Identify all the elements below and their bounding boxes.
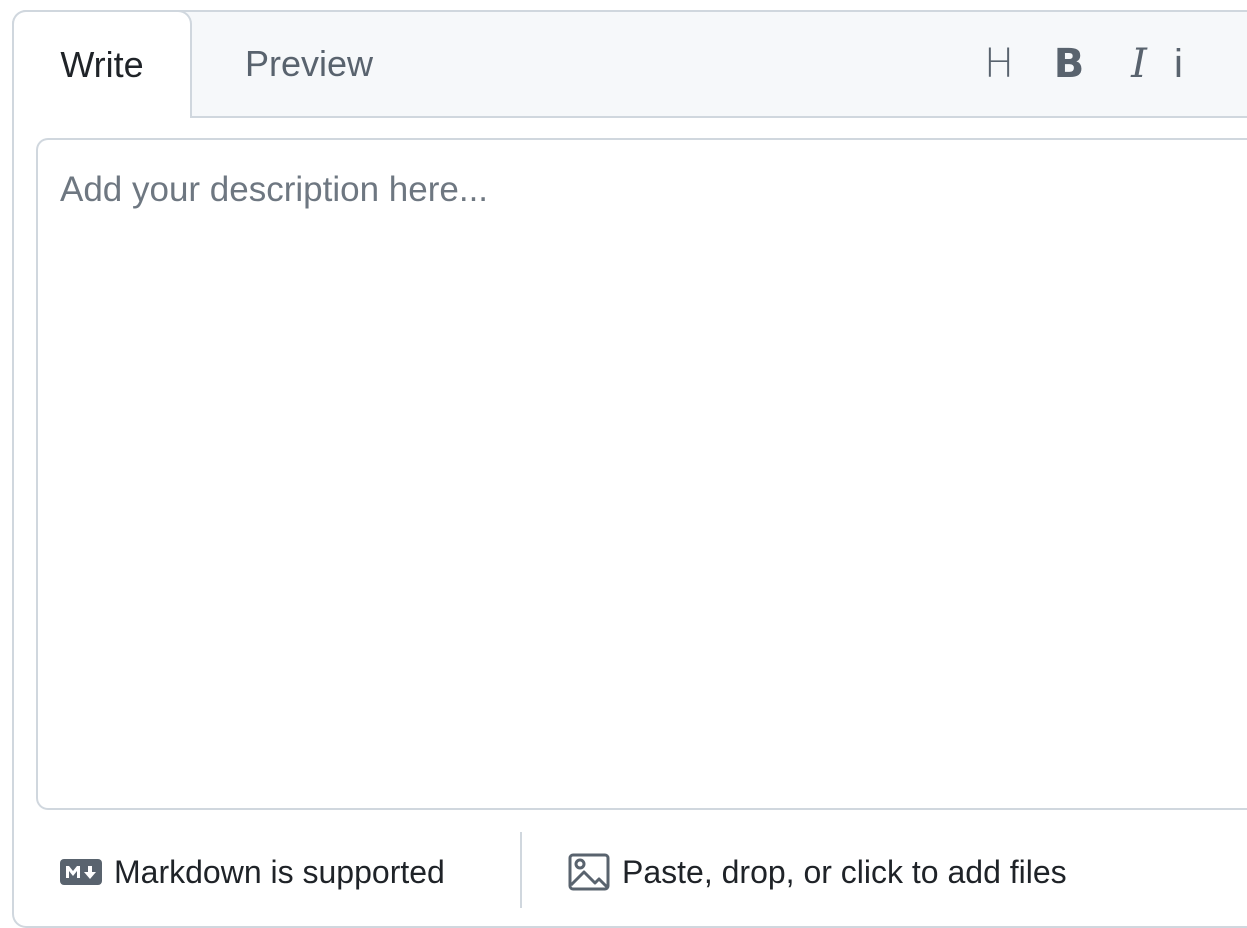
add-files-button[interactable]: Paste, drop, or click to add files [568, 822, 1067, 922]
bold-button[interactable]: B [1034, 34, 1104, 94]
heading-button[interactable]: H [964, 34, 1034, 94]
tab-preview-label: Preview [244, 43, 374, 84]
partial-toolbar-icon: i [1174, 41, 1183, 86]
italic-button[interactable]: I [1104, 34, 1174, 94]
bold-icon: B [1053, 41, 1085, 87]
italic-icon: I [1131, 41, 1147, 87]
footer-divider [520, 832, 522, 908]
markdown-supported-label: Markdown is supported [114, 853, 445, 890]
tab-write[interactable]: Write [12, 10, 192, 118]
add-files-label: Paste, drop, or click to add files [622, 853, 1067, 890]
editor-header: Write Preview H B I i [12, 10, 1247, 118]
markdown-editor: Write Preview H B I i Add your descripti… [12, 10, 1247, 928]
image-icon [568, 853, 610, 891]
heading-icon: H [983, 41, 1015, 87]
textarea-placeholder: Add your description here... [60, 170, 489, 209]
editor-footer: Markdown is supported Paste, drop, or cl… [14, 822, 1247, 922]
formatting-toolbar: H B I i [964, 12, 1194, 116]
tab-preview[interactable]: Preview [204, 12, 414, 116]
markdown-icon [60, 859, 102, 885]
tab-write-label: Write [60, 44, 144, 85]
markdown-supported-link[interactable]: Markdown is supported [60, 822, 445, 922]
description-textarea[interactable]: Add your description here... [36, 138, 1247, 810]
next-toolbar-button[interactable]: i [1174, 34, 1194, 94]
